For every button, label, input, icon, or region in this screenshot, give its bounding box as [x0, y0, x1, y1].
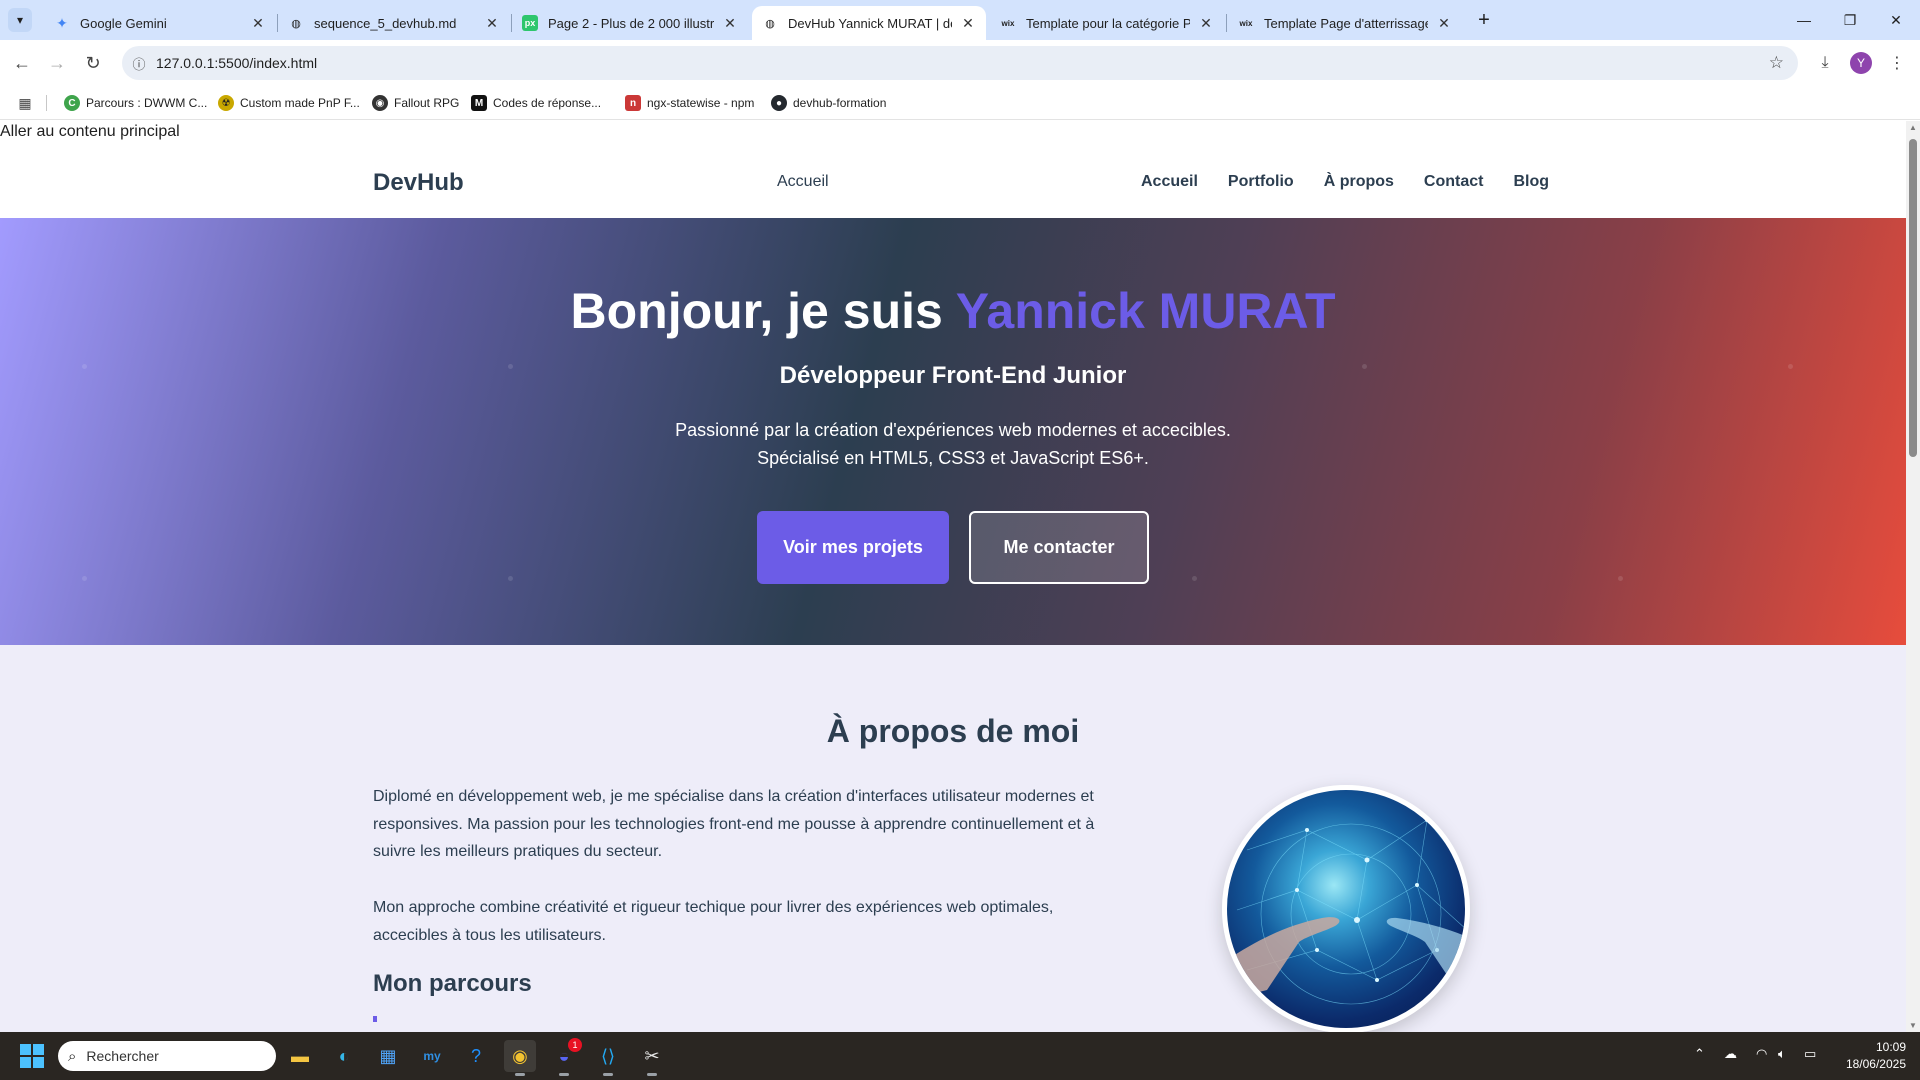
onedrive-off-icon[interactable]: ☁ — [1724, 1046, 1737, 1062]
about-paragraph-1: Diplomé en développement web, je me spéc… — [373, 788, 1095, 860]
wifi-icon[interactable]: ◠ — [1756, 1046, 1767, 1062]
parcours-title: Mon parcours — [373, 970, 532, 997]
edge-icon[interactable]: ◐ — [328, 1040, 360, 1072]
github-icon: ● — [771, 95, 787, 111]
about-section: À propos de moi Diplomé en développement… — [0, 645, 1906, 1032]
tab-wix-landing[interactable]: wix Template Page d'atterrissage d ✕ — [1228, 6, 1462, 40]
main-nav: Accueil Portfolio À propos Contact Blog — [1141, 173, 1549, 191]
bookmark-devhub-formation[interactable]: ● devhub-formation — [771, 94, 886, 112]
close-tab-icon[interactable]: ✕ — [1198, 15, 1214, 31]
bookmarks-bar: ▦ C Parcours : DWWM C... ☢ Custom made P… — [0, 86, 1920, 120]
hero-name: Yannick MURAT — [955, 283, 1336, 339]
taskbar-search-input[interactable]: ⌕ Rechercher — [58, 1041, 276, 1071]
battery-icon[interactable]: ▭ — [1804, 1046, 1816, 1062]
close-tab-icon[interactable]: ✕ — [1436, 15, 1452, 31]
nav-blog[interactable]: Blog — [1513, 173, 1549, 191]
browser-window: ▾ ✦ Google Gemini ✕ ◍ sequence_5_devhub.… — [0, 0, 1920, 1032]
download-icon[interactable]: ⤓ — [1812, 50, 1838, 76]
chrome-icon[interactable]: ◉ — [504, 1040, 536, 1076]
profile-avatar-wrap[interactable]: Y — [1848, 50, 1874, 76]
bookmark-favicon-icon: M — [471, 95, 487, 111]
snipping-tool-icon[interactable]: ✂ — [636, 1040, 668, 1076]
network-hand-illustration — [1227, 818, 1465, 1005]
profile-image — [1222, 785, 1470, 1032]
timeline-accent — [373, 1016, 377, 1022]
bookmark-codes-reponse[interactable]: M Codes de réponse... — [471, 94, 601, 112]
site-logo[interactable]: DevHub — [373, 169, 464, 197]
search-icon: ⌕ — [68, 1047, 77, 1065]
skip-link[interactable]: Aller au contenu principal — [0, 123, 180, 141]
menu-dots-icon[interactable]: ⋮ — [1884, 50, 1910, 76]
about-paragraph-2: Mon approche combine créativité et rigue… — [373, 899, 1054, 944]
wix-icon: wix — [1001, 18, 1015, 28]
close-tab-icon[interactable]: ✕ — [960, 15, 976, 31]
nav-accueil[interactable]: Accueil — [1141, 173, 1198, 191]
reload-icon[interactable]: ↻ — [80, 50, 106, 76]
web-page: Aller au contenu principal DevHub Accuei… — [0, 121, 1906, 1032]
notification-badge: 1 — [568, 1038, 582, 1052]
nav-a-propos[interactable]: À propos — [1324, 173, 1394, 191]
scrollbar-thumb[interactable] — [1909, 139, 1917, 457]
bookmark-fallout[interactable]: ◉ Fallout RPG — [372, 94, 459, 112]
back-icon[interactable]: ← — [9, 50, 35, 76]
site-header: Aller au contenu principal DevHub Accuei… — [0, 121, 1906, 218]
hero-description: Passionné par la création d'expériences … — [675, 420, 1231, 468]
bookmark-parcours[interactable]: C Parcours : DWWM C... — [64, 94, 207, 112]
globe-icon: ◍ — [291, 17, 301, 30]
header-center-link[interactable]: Accueil — [777, 173, 829, 191]
volume-icon[interactable]: 🔈︎ — [1778, 1046, 1786, 1062]
store-icon[interactable]: ▦ — [372, 1040, 404, 1072]
site-info-icon[interactable]: ⓘ — [122, 54, 156, 73]
view-projects-button[interactable]: Voir mes projets — [757, 511, 949, 584]
page-scrollbar[interactable]: ▲ ▼ — [1906, 121, 1920, 1032]
tab-sequence[interactable]: ◍ sequence_5_devhub.md ✕ — [278, 6, 510, 40]
avatar[interactable]: Y — [1850, 52, 1872, 74]
close-tab-icon[interactable]: ✕ — [722, 15, 738, 31]
about-title: À propos de moi — [826, 713, 1080, 749]
browser-toolbar: ← → ↻ ⓘ 127.0.0.1:5500/index.html ☆ ⤓ Y … — [0, 40, 1920, 86]
bookmark-star-icon[interactable]: ☆ — [1769, 53, 1784, 73]
bookmark-favicon-icon: ◉ — [372, 95, 388, 111]
bookmark-custom-pnp[interactable]: ☢ Custom made PnP F... — [218, 94, 360, 112]
hero-title: Bonjour, je suis Yannick MURAT — [570, 283, 1336, 339]
tray-chevron-icon[interactable]: ⌃ — [1694, 1046, 1705, 1062]
new-tab-icon[interactable]: + — [1472, 8, 1496, 32]
tab-devhub[interactable]: ◍ DevHub Yannick MURAT | dével ✕ — [752, 6, 986, 40]
help-icon[interactable]: ? — [460, 1040, 492, 1072]
bookmark-favicon-icon: ☢ — [218, 95, 234, 111]
restore-icon[interactable]: ❐ — [1826, 0, 1874, 40]
windows-taskbar: ⌕ Rechercher ▬ ◐ ▦ my ? ◉ ◒ 1 ⟨⟩ ✂ ⌃ ☁ ◠… — [0, 1032, 1920, 1080]
gemini-icon: ✦ — [56, 14, 68, 31]
wix-icon: wix — [1239, 18, 1253, 28]
minimize-icon[interactable]: — — [1780, 0, 1828, 40]
tab-pixabay[interactable]: px Page 2 - Plus de 2 000 illustrati ✕ — [512, 6, 748, 40]
nav-portfolio[interactable]: Portfolio — [1228, 173, 1294, 191]
tab-gemini[interactable]: ✦ Google Gemini ✕ — [44, 6, 276, 40]
pixabay-icon: px — [522, 15, 538, 31]
close-tab-icon[interactable]: ✕ — [250, 15, 266, 31]
globe-icon: ◍ — [765, 17, 775, 30]
hero-subtitle: Développeur Front-End Junior — [779, 362, 1127, 389]
close-window-icon[interactable]: ✕ — [1872, 0, 1920, 40]
close-tab-icon[interactable]: ✕ — [484, 15, 500, 31]
vscode-icon[interactable]: ⟨⟩ — [592, 1040, 624, 1076]
hero-section: Bonjour, je suis Yannick MURAT Développe… — [0, 218, 1906, 645]
nav-contact[interactable]: Contact — [1424, 173, 1484, 191]
windows-start-icon[interactable] — [20, 1044, 44, 1068]
forward-icon[interactable]: → — [44, 50, 70, 76]
npm-icon: n — [625, 95, 641, 111]
discord-icon[interactable]: ◒ 1 — [548, 1038, 582, 1076]
address-bar[interactable]: ⓘ 127.0.0.1:5500/index.html ☆ — [122, 46, 1798, 80]
contact-me-button[interactable]: Me contacter — [969, 511, 1149, 584]
tab-strip: ▾ ✦ Google Gemini ✕ ◍ sequence_5_devhub.… — [0, 0, 1920, 40]
tab-wix-category[interactable]: wix Template pour la catégorie Pag ✕ — [990, 6, 1224, 40]
bookmark-favicon-icon: C — [64, 95, 80, 111]
url-text[interactable]: 127.0.0.1:5500/index.html — [156, 55, 317, 71]
mysql-icon[interactable]: my — [416, 1040, 448, 1072]
tab-search-icon[interactable]: ▾ — [8, 8, 32, 32]
apps-grid-icon[interactable]: ▦ — [16, 94, 34, 112]
bookmark-ngx-statewise[interactable]: n ngx-statewise - npm — [625, 94, 754, 112]
file-explorer-icon[interactable]: ▬ — [284, 1040, 316, 1072]
system-clock[interactable]: 10:09 18/06/2025 — [1846, 1039, 1906, 1073]
